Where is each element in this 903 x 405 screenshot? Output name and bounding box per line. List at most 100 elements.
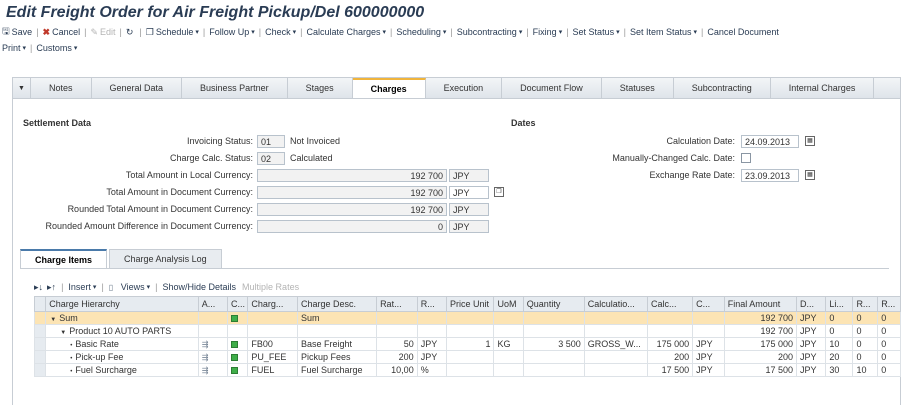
table-row[interactable]: • Basic Rate ⇶ FB00 Base Freight 50 JPY 1 KG 3 50…	[33, 337, 901, 351]
cell-r2: 0	[877, 311, 901, 325]
follow-up-button[interactable]: Follow Up ▾	[209, 27, 255, 37]
edit-button[interactable]: ✎ Edit	[90, 27, 115, 38]
save-button[interactable]: 🖫 Save	[2, 24, 32, 40]
insert-menu-button[interactable]: Insert ▾	[68, 282, 96, 292]
tab-charges[interactable]: Charges	[352, 78, 426, 98]
cell-r1: 0	[852, 324, 879, 338]
expand-arrow-icon[interactable]: ▼	[50, 317, 56, 323]
column-header[interactable]: Quantity	[522, 296, 585, 312]
column-header[interactable]: Li...	[825, 296, 854, 312]
cancel-document-button[interactable]: Cancel Document	[707, 27, 779, 37]
cell-calc-cur: JPY	[692, 350, 725, 364]
row-selector[interactable]	[33, 324, 47, 338]
dropdown-caret-icon: ▾	[146, 284, 151, 291]
hierarchy-label: Product 10 AUTO PARTS	[69, 326, 172, 336]
column-header[interactable]: R...	[416, 296, 448, 312]
tab-list-menu-icon[interactable]: ▼	[13, 78, 31, 98]
subcontracting-button[interactable]: Subcontracting ▾	[457, 27, 523, 37]
tab-business-partner[interactable]: Business Partner	[182, 78, 288, 98]
table-row[interactable]: ▼ Sum Sum 192 700 JPY 0 0 0	[33, 311, 901, 325]
column-header[interactable]: R...	[852, 296, 879, 312]
cell-calc-amount: 200	[646, 350, 694, 364]
scheduling-button[interactable]: Scheduling ▾	[396, 27, 446, 37]
column-header[interactable]: Calc...	[646, 296, 694, 312]
column-header[interactable]: C...	[692, 296, 725, 312]
cell-r2: 0	[877, 337, 901, 351]
set-item-status-button[interactable]: Set Item Status ▾	[630, 27, 697, 37]
column-header[interactable]: Calculatio...	[583, 296, 648, 312]
tab-statuses[interactable]: Statuses	[602, 78, 674, 98]
bullet-icon: •	[70, 369, 73, 375]
table-row[interactable]: • Fuel Surcharge ⇶ FUEL Fuel Surcharge 10,00%…	[33, 363, 901, 377]
row-selector[interactable]	[33, 350, 47, 364]
column-header[interactable]: C...	[227, 296, 249, 312]
row-selector[interactable]	[33, 311, 47, 325]
calendar-icon[interactable]: ▦	[805, 136, 815, 146]
total-doc-currency-field[interactable]: JPY	[449, 186, 489, 199]
details-icon[interactable]: ⇶	[202, 340, 210, 349]
subtab-charge-items[interactable]: Charge Items	[20, 249, 108, 268]
row-selector[interactable]	[33, 363, 47, 377]
calculate-charges-button[interactable]: Calculate Charges ▾	[306, 27, 386, 37]
refresh-button[interactable]: ↻	[126, 27, 136, 38]
schedule-button[interactable]: ❐ Schedule ▾	[146, 27, 199, 38]
column-header[interactable]: D...	[795, 296, 827, 312]
column-header[interactable]: Charge Desc.	[297, 296, 378, 312]
cell-status	[227, 311, 249, 325]
select-all-header[interactable]	[33, 296, 47, 312]
tab-notes[interactable]: Notes	[31, 78, 92, 98]
customs-button[interactable]: Customs ▾	[36, 43, 77, 53]
tab-execution[interactable]: Execution	[426, 78, 503, 98]
cell-quantity	[522, 350, 585, 364]
cell-quantity	[522, 324, 585, 338]
column-header[interactable]: Charg...	[247, 296, 299, 312]
value-help-icon[interactable]: ❐	[494, 187, 504, 197]
cell-rate-unit: JPY	[416, 337, 448, 351]
subtab-charge-analysis-log[interactable]: Charge Analysis Log	[109, 249, 222, 268]
column-header[interactable]: A...	[197, 296, 229, 312]
cell-final-amount: 200	[723, 350, 798, 364]
expand-all-icon[interactable]: ▸↓	[34, 282, 43, 293]
cell-calc-amount	[646, 311, 694, 325]
check-button[interactable]: Check ▾	[265, 27, 296, 37]
tab-general-data[interactable]: General Data	[92, 78, 183, 98]
tab-document-flow[interactable]: Document Flow	[502, 78, 602, 98]
tab-internal-charges[interactable]: Internal Charges	[771, 78, 875, 98]
show-hide-details-button[interactable]: Show/Hide Details	[163, 282, 237, 292]
collapse-all-icon[interactable]: ▸↑	[47, 282, 56, 293]
details-icon[interactable]: ⇶	[202, 353, 210, 362]
print-button[interactable]: Print ▾	[2, 43, 26, 53]
insert-label: Insert	[68, 282, 91, 292]
tab-stages[interactable]: Stages	[288, 78, 353, 98]
toolbar-label: Cancel Document	[707, 27, 779, 37]
table-row[interactable]: ▼ Product 10 AUTO PARTS 192 700 JPY 0 0 0	[33, 324, 901, 338]
calc-date-field[interactable]: 24.09.2013	[741, 135, 799, 148]
cell-calc-cur	[692, 311, 725, 325]
column-header[interactable]: Rat...	[376, 296, 418, 312]
multiple-rates-button[interactable]: Multiple Rates	[242, 282, 299, 292]
manual-calc-date-checkbox[interactable]	[741, 153, 751, 163]
column-header[interactable]: UoM	[493, 296, 524, 312]
cell-r2: 0	[877, 324, 901, 338]
column-header[interactable]: Charge Hierarchy	[45, 296, 199, 312]
details-icon[interactable]: ⇶	[202, 366, 210, 375]
expand-arrow-icon[interactable]: ▼	[60, 330, 66, 336]
charge-calc-status-label: Charge Calc. Status:	[169, 153, 253, 163]
dropdown-caret-icon: ▾	[442, 29, 447, 36]
dropdown-caret-icon: ▾	[616, 29, 620, 36]
views-menu-button[interactable]: Views ▾	[121, 282, 150, 292]
column-header[interactable]: R...	[877, 296, 901, 312]
tab-subcontracting[interactable]: Subcontracting	[674, 78, 771, 98]
calendar-icon[interactable]: ▦	[805, 170, 815, 180]
cell-code	[247, 311, 299, 325]
table-row[interactable]: • Pick-up Fee ⇶ PU_FEE Pickup Fees 200 JPY 200 J…	[33, 350, 901, 364]
toolbar-separator: |	[202, 27, 206, 37]
fixing-button[interactable]: Fixing ▾	[533, 27, 563, 37]
delete-row-icon[interactable]: ▯	[109, 283, 117, 292]
cancel-button[interactable]: ✖ Cancel	[43, 27, 81, 38]
set-status-button[interactable]: Set Status ▾	[573, 27, 620, 37]
row-selector[interactable]	[33, 337, 47, 351]
column-header[interactable]: Final Amount	[723, 296, 798, 312]
column-header[interactable]: Price Unit	[446, 296, 495, 312]
exchange-rate-date-field[interactable]: 23.09.2013	[741, 169, 799, 182]
